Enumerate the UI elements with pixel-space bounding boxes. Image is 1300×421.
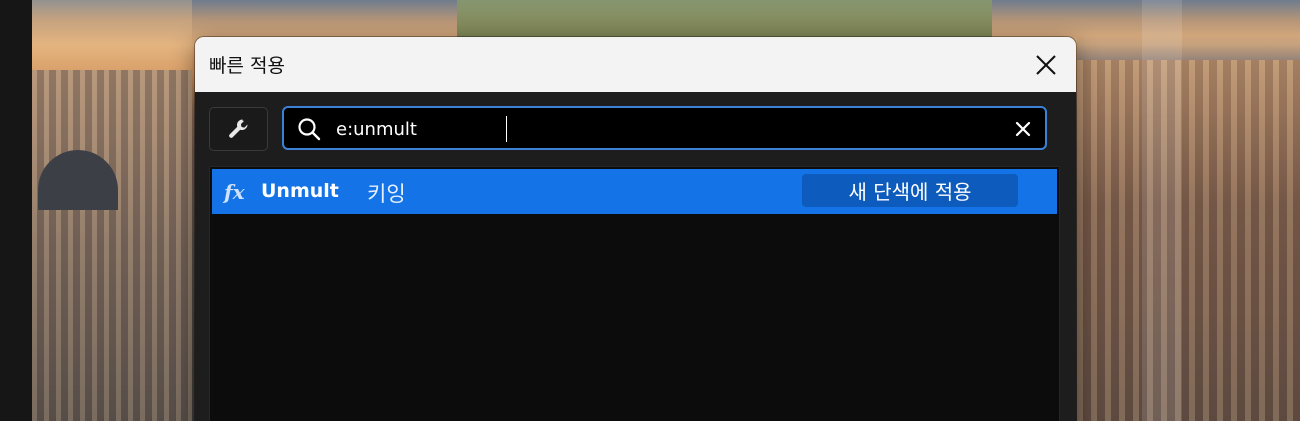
dialog-titlebar: 빠른 적용	[195, 37, 1076, 92]
search-input[interactable]	[336, 116, 996, 142]
dialog-title: 빠른 적용	[209, 55, 285, 77]
clear-search-button[interactable]	[1011, 117, 1035, 141]
close-button[interactable]	[1026, 45, 1066, 85]
wrench-icon	[228, 119, 247, 138]
effect-category: 키잉	[367, 182, 406, 206]
search-field[interactable]	[282, 106, 1047, 150]
results-list: fx Unmult 키잉 새 단색에 적용	[209, 166, 1060, 421]
screen: 빠른 적용 e:unmult fx Unmult 키잉 새 단색에 적용	[0, 0, 1300, 421]
settings-button[interactable]	[209, 107, 268, 151]
result-row[interactable]: fx Unmult 키잉 새 단색에 적용	[212, 169, 1057, 214]
left-panel-edge	[0, 0, 32, 421]
text-cursor	[506, 116, 507, 142]
effect-name: Unmult	[261, 180, 339, 202]
apply-to-new-solid-button[interactable]: 새 단색에 적용	[802, 174, 1018, 207]
dialog-content: fx Unmult 키잉 새 단색에 적용	[195, 92, 1076, 421]
clear-icon	[1015, 121, 1031, 137]
fx-icon: fx	[224, 180, 245, 204]
close-icon	[1036, 55, 1056, 75]
search-icon	[298, 118, 321, 141]
quick-apply-dialog: 빠른 적용 e:unmult fx Unmult 키잉 새 단색에 적용	[195, 37, 1076, 421]
